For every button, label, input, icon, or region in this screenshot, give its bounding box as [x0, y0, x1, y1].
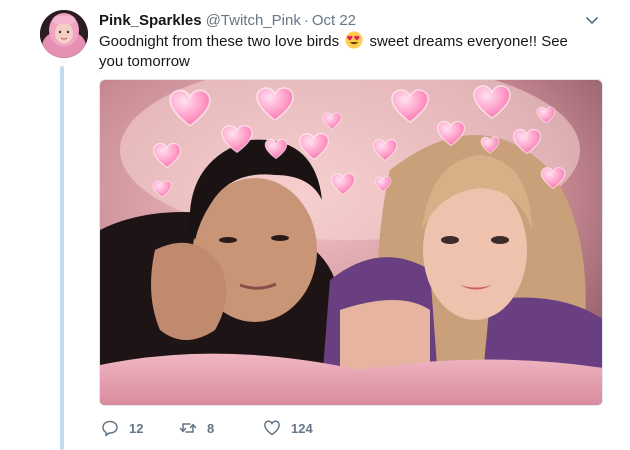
thread-line — [60, 66, 64, 450]
tweet-header: Pink_Sparkles @Twitch_Pink · Oct 22 — [99, 12, 356, 30]
reply-count: 12 — [129, 420, 144, 436]
avatar[interactable] — [40, 10, 88, 58]
tweet-timestamp[interactable]: Oct 22 — [312, 12, 356, 29]
like-button[interactable]: 124 — [263, 417, 313, 439]
heart-icon — [263, 419, 281, 437]
retweet-icon — [179, 419, 197, 437]
tweet-media-photo[interactable] — [99, 79, 603, 406]
user-handle[interactable]: @Twitch_Pink — [206, 12, 301, 29]
heart-eyes-emoji-icon — [345, 31, 363, 49]
separator-dot: · — [303, 12, 309, 29]
retweet-button[interactable]: 8 — [179, 417, 214, 439]
tweet-text: Goodnight from these two love birds swee… — [99, 31, 579, 72]
chevron-down-icon[interactable] — [584, 12, 600, 28]
tweet-actions: 12 8 124 — [101, 417, 521, 439]
reply-button[interactable]: 12 — [101, 417, 143, 439]
tweet-card[interactable]: Pink_Sparkles @Twitch_Pink · Oct 22 Goodnig… — [0, 0, 630, 450]
retweet-count: 8 — [207, 420, 215, 436]
like-count: 124 — [291, 420, 313, 436]
tweet-text-part-1: Goodnight from these two love birds — [99, 33, 340, 50]
display-name[interactable]: Pink_Sparkles — [99, 12, 202, 29]
reply-icon — [101, 419, 119, 437]
